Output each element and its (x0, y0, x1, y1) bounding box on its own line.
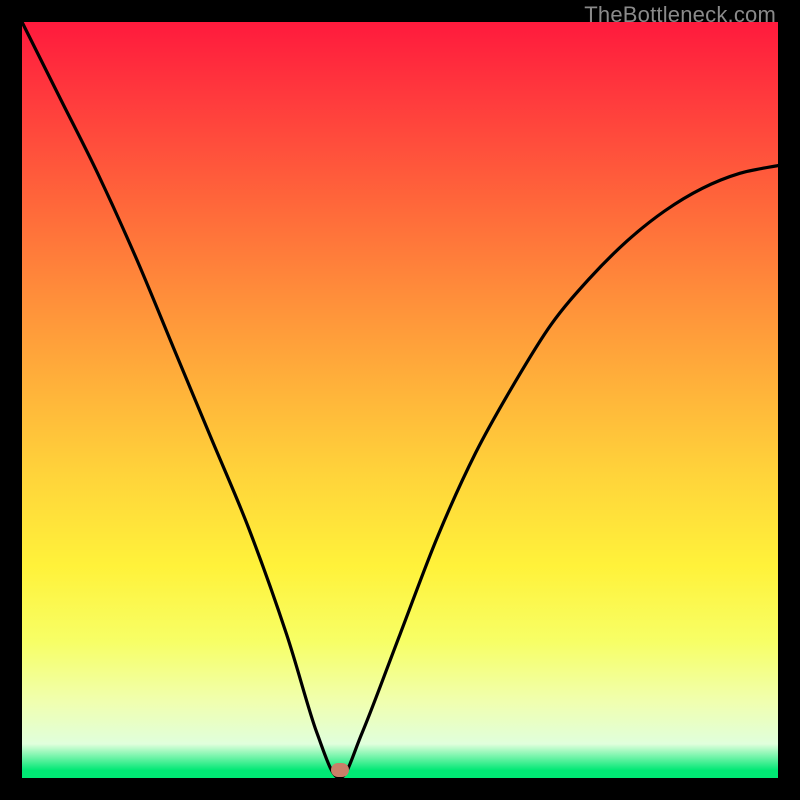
curve-path (22, 22, 778, 778)
gradient-plot-area (22, 22, 778, 778)
optimal-point-marker (331, 763, 349, 777)
watermark-text: TheBottleneck.com (584, 2, 776, 28)
bottleneck-curve (22, 22, 778, 778)
